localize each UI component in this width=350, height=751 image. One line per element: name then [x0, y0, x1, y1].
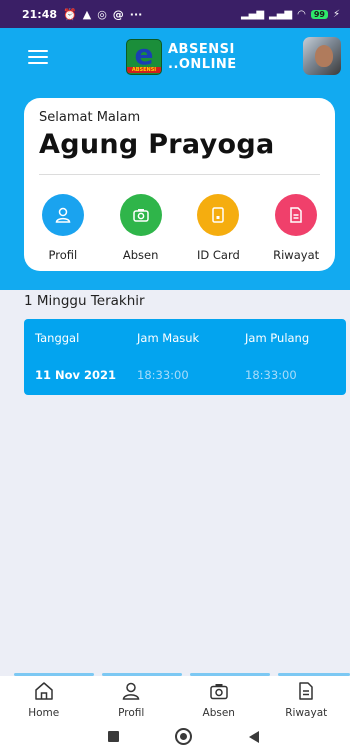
nav-label: Profil — [118, 707, 145, 719]
camera-icon — [208, 680, 230, 706]
camera-icon — [119, 194, 162, 236]
document-icon — [275, 194, 318, 236]
menu-label: Absen — [122, 248, 159, 262]
recent-apps-button[interactable] — [108, 731, 119, 742]
id-card-icon — [197, 194, 240, 236]
app-logo: e ABSENSI ABSENSI ..ONLINE — [126, 39, 237, 75]
cell-check-out: 18:33:00 — [245, 368, 297, 382]
menu-label: Profil — [48, 248, 78, 262]
status-bar: 21:48 ⏰ ▲ ◎ @ ··· ▂▄▆ ▂▄▆ ◠ 99 ⚡ — [0, 0, 350, 28]
hamburger-menu-icon[interactable] — [28, 50, 48, 64]
nav-label: Absen — [202, 707, 235, 719]
wifi-icon: ◠ — [297, 8, 306, 20]
nav-home[interactable]: Home — [0, 676, 88, 722]
system-nav-bar — [0, 722, 350, 751]
more-notifications: ··· — [129, 7, 143, 21]
logo-text: ABSENSI ..ONLINE — [168, 42, 237, 72]
table-row[interactable]: 11 Nov 2021 18:33:00 18:33:00 — [24, 365, 346, 385]
avatar[interactable] — [303, 37, 341, 75]
signal-icon: ▂▄▆ — [240, 8, 265, 20]
menu-label: Riwayat — [273, 248, 320, 262]
nav-absen[interactable]: Absen — [175, 676, 263, 722]
divider — [39, 174, 320, 175]
at-icon: @ — [112, 7, 124, 21]
battery-icon: 99 — [310, 9, 328, 19]
menu-idcard-button[interactable]: ID Card — [180, 194, 258, 262]
nav-profil[interactable]: Profil — [88, 676, 176, 722]
quick-menu: Profil Absen ID Card Riwayat — [24, 194, 335, 262]
cell-date: 11 Nov 2021 — [35, 368, 117, 382]
greeting-text: Selamat Malam — [39, 110, 141, 125]
cell-check-in: 18:33:00 — [137, 368, 189, 382]
charging-icon: ⚡ — [332, 8, 340, 20]
home-icon — [33, 680, 55, 706]
document-icon — [295, 680, 317, 706]
menu-riwayat-button[interactable]: Riwayat — [257, 194, 335, 262]
user-name: Agung Prayoga — [39, 129, 275, 160]
bottom-nav: Home Profil Absen Riwayat — [0, 676, 350, 722]
section-title: 1 Minggu Terakhir — [24, 293, 145, 309]
signal-icon-2: ▂▄▆ — [269, 8, 293, 20]
greeting-card: Selamat Malam Agung Prayoga Profil Absen… — [24, 98, 335, 271]
user-icon — [120, 680, 142, 706]
status-time: 21:48 — [22, 7, 58, 21]
warning-icon: ▲ — [82, 7, 92, 21]
logo-badge: e ABSENSI — [126, 39, 162, 75]
column-header: Jam Pulang — [245, 331, 310, 345]
home-button[interactable] — [175, 728, 192, 745]
nav-label: Home — [28, 707, 60, 719]
nav-riwayat[interactable]: Riwayat — [263, 676, 350, 722]
menu-label: ID Card — [196, 248, 240, 262]
user-icon — [41, 194, 84, 236]
table-header: Tanggal Jam Masuk Jam Pulang — [24, 328, 346, 348]
alarm-icon: ⏰ — [63, 7, 77, 21]
whatsapp-icon: ◎ — [97, 7, 107, 21]
column-header: Jam Masuk — [137, 331, 200, 345]
menu-absen-button[interactable]: Absen — [102, 194, 180, 262]
attendance-table: Tanggal Jam Masuk Jam Pulang 11 Nov 2021… — [24, 319, 346, 395]
nav-label: Riwayat — [285, 707, 328, 719]
menu-profil-button[interactable]: Profil — [24, 194, 102, 262]
column-header: Tanggal — [35, 331, 80, 345]
back-button[interactable] — [249, 731, 259, 743]
